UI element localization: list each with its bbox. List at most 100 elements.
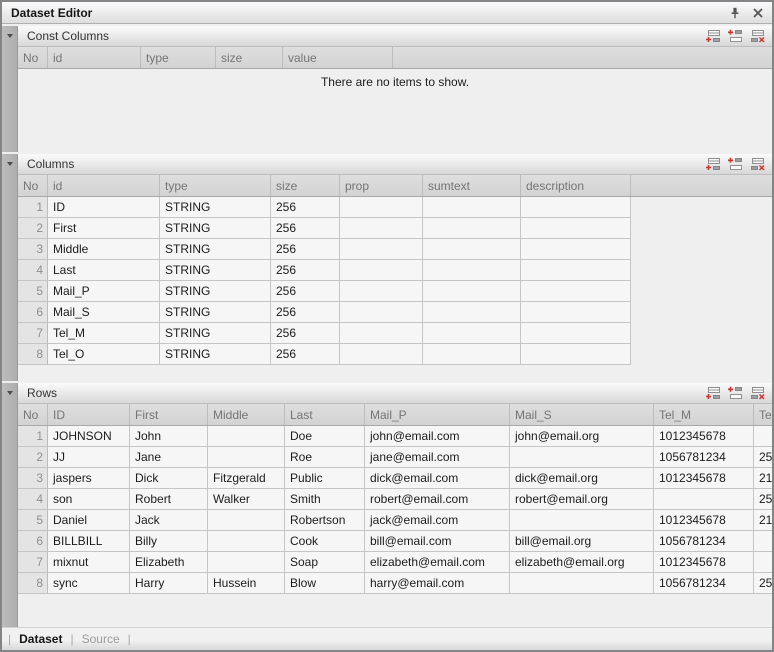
row-number-cell[interactable]: 3 — [18, 239, 48, 260]
cell[interactable] — [521, 323, 631, 344]
column-header[interactable]: sumtext — [423, 175, 521, 197]
cell[interactable] — [340, 260, 423, 281]
column-header[interactable]: size — [216, 47, 283, 69]
cell[interactable] — [340, 197, 423, 218]
cell[interactable]: bill@email.com — [365, 531, 510, 552]
cell[interactable] — [340, 218, 423, 239]
tab-source[interactable]: Source — [82, 632, 120, 646]
cell[interactable]: Daniel — [48, 510, 130, 531]
cell[interactable] — [510, 573, 654, 594]
cell[interactable]: john@email.org — [510, 426, 654, 447]
add-row-icon[interactable] — [705, 29, 722, 43]
cell[interactable] — [340, 239, 423, 260]
cell[interactable]: Mail_S — [48, 302, 160, 323]
cell[interactable]: mixnut — [48, 552, 130, 573]
cell[interactable] — [208, 447, 285, 468]
add-row-icon[interactable] — [705, 157, 722, 171]
row-number-cell[interactable]: 5 — [18, 281, 48, 302]
row-number-cell[interactable]: 8 — [18, 573, 48, 594]
cell[interactable]: 1012345678 — [654, 468, 754, 489]
cell[interactable] — [423, 197, 521, 218]
insert-row-icon[interactable] — [727, 29, 744, 43]
collapse-gutter[interactable] — [2, 383, 18, 627]
delete-row-icon[interactable] — [749, 386, 766, 400]
collapse-arrow-icon[interactable] — [7, 34, 13, 38]
cell[interactable] — [754, 531, 774, 552]
tab-dataset[interactable]: Dataset — [19, 632, 62, 646]
cell[interactable]: 256 — [271, 323, 340, 344]
cell[interactable]: Fitzgerald — [208, 468, 285, 489]
column-header[interactable]: id — [48, 47, 141, 69]
cell[interactable] — [654, 489, 754, 510]
cell[interactable]: John — [130, 426, 208, 447]
cell[interactable]: 256 — [271, 302, 340, 323]
collapse-gutter[interactable] — [2, 154, 18, 381]
cell[interactable] — [340, 302, 423, 323]
cell[interactable]: 256 — [271, 218, 340, 239]
cell[interactable] — [340, 344, 423, 365]
cell[interactable]: robert@email.org — [510, 489, 654, 510]
cell[interactable]: Blow — [285, 573, 365, 594]
cell[interactable]: 256781234 — [754, 489, 774, 510]
cell[interactable]: STRING — [160, 302, 271, 323]
cell[interactable]: 256781234 — [754, 447, 774, 468]
cell[interactable]: BILLBILL — [48, 531, 130, 552]
close-icon[interactable] — [752, 7, 764, 19]
cell[interactable]: 256 — [271, 197, 340, 218]
cell[interactable] — [521, 197, 631, 218]
cell[interactable]: dick@email.com — [365, 468, 510, 489]
cell[interactable] — [340, 281, 423, 302]
collapse-gutter[interactable] — [2, 26, 18, 152]
cell[interactable] — [423, 302, 521, 323]
row-number-cell[interactable]: 4 — [18, 489, 48, 510]
cell[interactable] — [208, 531, 285, 552]
cell[interactable]: Tel_O — [48, 344, 160, 365]
cell[interactable] — [521, 344, 631, 365]
cell[interactable]: dick@email.org — [510, 468, 654, 489]
cell[interactable] — [521, 218, 631, 239]
add-row-icon[interactable] — [705, 386, 722, 400]
cell[interactable]: Cook — [285, 531, 365, 552]
cell[interactable]: Smith — [285, 489, 365, 510]
cell[interactable]: 256 — [271, 239, 340, 260]
cell[interactable]: Walker — [208, 489, 285, 510]
cell[interactable]: harry@email.com — [365, 573, 510, 594]
row-number-cell[interactable]: 5 — [18, 510, 48, 531]
column-header[interactable]: prop — [340, 175, 423, 197]
cell[interactable]: Harry — [130, 573, 208, 594]
cell[interactable]: Jack — [130, 510, 208, 531]
row-number-cell[interactable]: 6 — [18, 531, 48, 552]
cell[interactable]: Robert — [130, 489, 208, 510]
row-number-cell[interactable]: 6 — [18, 302, 48, 323]
cell[interactable] — [521, 302, 631, 323]
cell[interactable]: 1056781234 — [654, 573, 754, 594]
column-header[interactable]: size — [271, 175, 340, 197]
cell[interactable]: STRING — [160, 344, 271, 365]
cell[interactable]: STRING — [160, 218, 271, 239]
row-number-cell[interactable]: 1 — [18, 426, 48, 447]
pin-icon[interactable] — [729, 7, 741, 19]
cell[interactable] — [423, 281, 521, 302]
cell[interactable]: JJ — [48, 447, 130, 468]
cell[interactable]: STRING — [160, 239, 271, 260]
cell[interactable]: STRING — [160, 197, 271, 218]
cell[interactable]: ID — [48, 197, 160, 218]
row-number-cell[interactable]: 1 — [18, 197, 48, 218]
column-header[interactable]: type — [160, 175, 271, 197]
cell[interactable] — [423, 344, 521, 365]
cell[interactable]: sync — [48, 573, 130, 594]
cell[interactable]: Billy — [130, 531, 208, 552]
cell[interactable]: elizabeth@email.org — [510, 552, 654, 573]
column-header[interactable]: Mail_S — [510, 404, 654, 426]
delete-row-icon[interactable] — [749, 29, 766, 43]
row-number-cell[interactable]: 2 — [18, 218, 48, 239]
column-header[interactable]: Tel_O — [754, 404, 774, 426]
cell[interactable] — [510, 447, 654, 468]
cell[interactable]: son — [48, 489, 130, 510]
cell[interactable] — [208, 426, 285, 447]
cell[interactable]: JOHNSON — [48, 426, 130, 447]
column-header[interactable]: No — [18, 47, 48, 69]
column-header[interactable]: No — [18, 175, 48, 197]
cell[interactable]: Jane — [130, 447, 208, 468]
cell[interactable]: Public — [285, 468, 365, 489]
